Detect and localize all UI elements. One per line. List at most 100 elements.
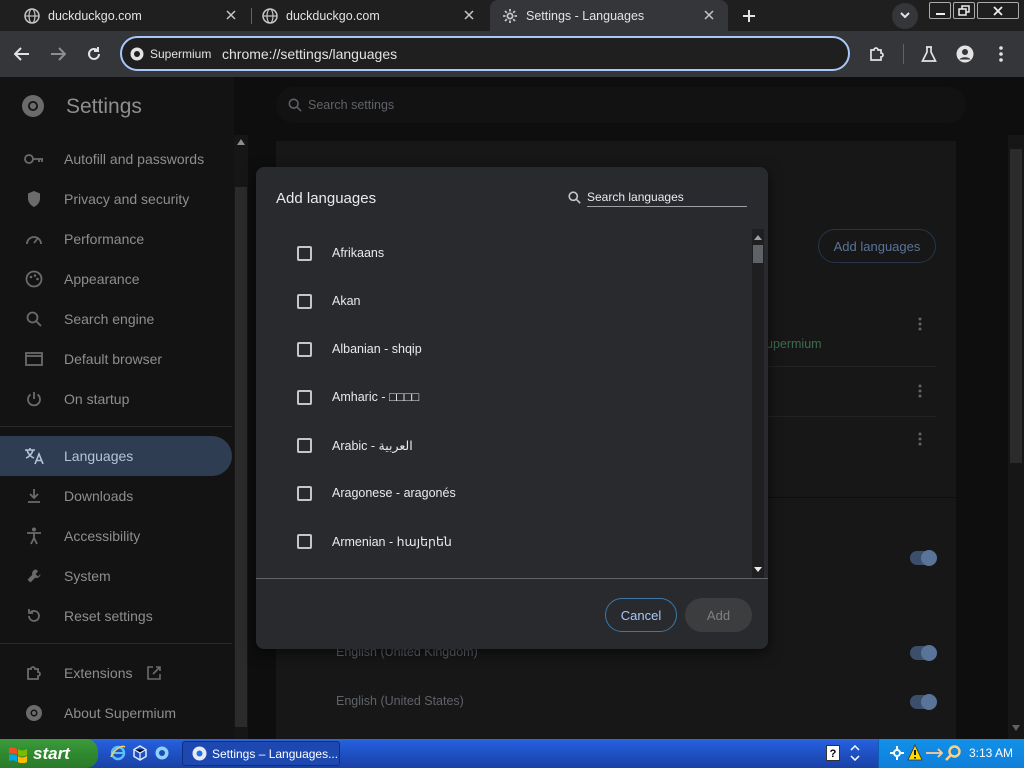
search-icon[interactable] bbox=[945, 745, 961, 761]
sidebar-item-accessibility[interactable]: Accessibility bbox=[0, 516, 232, 556]
palette-icon bbox=[24, 269, 44, 289]
labs-button[interactable] bbox=[914, 39, 944, 69]
checkbox[interactable] bbox=[297, 341, 312, 357]
site-chip[interactable]: Supermium bbox=[130, 43, 211, 64]
windows-logo-icon bbox=[9, 746, 27, 763]
more-vert-icon bbox=[918, 384, 922, 398]
language-option-afrikaans[interactable]: Afrikaans bbox=[256, 229, 752, 277]
sidebar-item-extensions[interactable]: Extensions bbox=[0, 653, 232, 693]
restore-button[interactable] bbox=[953, 2, 975, 19]
sidebar-item-label: System bbox=[64, 568, 111, 584]
tab-duckduckgo-2[interactable]: duckduckgo.com bbox=[252, 0, 488, 31]
browser-quick-launch-icon[interactable] bbox=[154, 745, 170, 761]
language-list-scroll-thumb[interactable] bbox=[753, 245, 763, 263]
checkbox[interactable] bbox=[297, 437, 312, 453]
taskbar-item-settings[interactable]: Settings – Languages... bbox=[182, 741, 340, 766]
tab-title: Settings - Languages bbox=[526, 8, 645, 23]
windows-taskbar: start Settings – Languages... ? 3:13 AM bbox=[0, 739, 1024, 768]
sidebar-item-label: On startup bbox=[64, 391, 130, 407]
power-icon bbox=[24, 389, 44, 409]
person-icon bbox=[956, 45, 974, 63]
tab-title: duckduckgo.com bbox=[286, 8, 380, 23]
scroll-up-arrow-icon[interactable] bbox=[754, 235, 762, 240]
address-bar[interactable]: Supermium chrome://settings/languages bbox=[120, 36, 850, 71]
search-languages-field[interactable] bbox=[587, 187, 747, 207]
sidebar-item-reset-settings[interactable]: Reset settings bbox=[0, 596, 232, 636]
sidebar-item-default-browser[interactable]: Default browser bbox=[0, 339, 232, 379]
sidebar-item-system[interactable]: System bbox=[0, 556, 232, 596]
sidebar-item-privacy[interactable]: Privacy and security bbox=[0, 179, 232, 219]
language-option-amharic[interactable]: Amharic - □□□□ bbox=[256, 373, 752, 421]
sidebar-item-performance[interactable]: Performance bbox=[0, 219, 232, 259]
url-text: chrome://settings/languages bbox=[222, 46, 398, 62]
language-option-armenian[interactable]: Armenian - հայերեն bbox=[256, 517, 752, 565]
search-icon bbox=[568, 191, 581, 204]
language-option-akan[interactable]: Akan bbox=[256, 277, 752, 325]
sidebar-item-autofill[interactable]: Autofill and passwords bbox=[0, 139, 232, 179]
checkbox[interactable] bbox=[297, 293, 312, 309]
tab-settings-languages[interactable]: Settings - Languages bbox=[490, 0, 728, 31]
language-option-aragonese[interactable]: Aragonese - aragonés bbox=[256, 469, 752, 517]
supermium-logo-icon bbox=[24, 703, 44, 723]
reload-icon bbox=[88, 47, 100, 60]
close-tab-icon[interactable] bbox=[222, 6, 240, 24]
taskbar-item-label: Settings – Languages... bbox=[212, 746, 339, 761]
sidebar-item-downloads[interactable]: Downloads bbox=[0, 476, 232, 516]
language-list-scrollbar[interactable] bbox=[752, 229, 764, 578]
language-label: Albanian - shqip bbox=[332, 342, 422, 356]
extensions-button[interactable] bbox=[862, 39, 892, 69]
close-window-button[interactable] bbox=[977, 2, 1019, 19]
settings-search-bar[interactable]: Search settings bbox=[276, 87, 966, 123]
close-tab-icon[interactable] bbox=[700, 6, 718, 24]
back-button[interactable] bbox=[7, 39, 37, 69]
sidebar-item-appearance[interactable]: Appearance bbox=[0, 259, 232, 299]
language-option-arabic[interactable]: Arabic - العربية bbox=[256, 421, 752, 469]
forward-button[interactable] bbox=[43, 39, 73, 69]
profile-button[interactable] bbox=[950, 39, 980, 69]
sidebar-item-on-startup[interactable]: On startup bbox=[0, 379, 232, 419]
add-button[interactable]: Add bbox=[685, 598, 752, 632]
network-icon[interactable] bbox=[925, 747, 943, 759]
add-languages-button-bg: Add languages bbox=[818, 229, 936, 263]
browser-window-icon bbox=[24, 349, 44, 369]
new-tab-button[interactable] bbox=[736, 5, 762, 27]
tab-duckduckgo-1[interactable]: duckduckgo.com bbox=[0, 0, 250, 31]
close-tab-icon[interactable] bbox=[460, 6, 478, 24]
checkbox[interactable] bbox=[297, 533, 312, 549]
checkbox[interactable] bbox=[297, 389, 312, 405]
minimize-button[interactable] bbox=[929, 2, 951, 19]
search-languages-input[interactable] bbox=[587, 187, 747, 207]
warning-icon[interactable] bbox=[907, 744, 923, 762]
sidebar-item-search-engine[interactable]: Search engine bbox=[0, 299, 232, 339]
toggle-switch bbox=[910, 694, 937, 710]
settings-tray-icon[interactable] bbox=[889, 745, 905, 761]
sidebar-item-label: Search engine bbox=[64, 311, 155, 327]
page-scroll-thumb[interactable] bbox=[1010, 149, 1022, 463]
settings-title: Settings bbox=[66, 95, 142, 118]
checkbox[interactable] bbox=[297, 485, 312, 501]
cancel-button[interactable]: Cancel bbox=[605, 598, 677, 632]
checkbox[interactable] bbox=[297, 245, 312, 261]
language-label: Amharic - □□□□ bbox=[332, 390, 420, 404]
clock: 3:13 AM bbox=[969, 746, 1014, 760]
internet-explorer-icon[interactable] bbox=[110, 745, 126, 761]
scroll-up-arrow-icon[interactable] bbox=[237, 139, 245, 145]
sidebar-item-languages[interactable]: Languages bbox=[0, 436, 232, 476]
sidebar-scroll-thumb[interactable] bbox=[235, 187, 247, 727]
tab-search-button[interactable] bbox=[892, 3, 918, 29]
menu-button[interactable] bbox=[986, 39, 1016, 69]
language-option-albanian[interactable]: Albanian - shqip bbox=[256, 325, 752, 373]
start-label: start bbox=[33, 743, 70, 763]
key-icon bbox=[24, 149, 44, 169]
sidebar-scrollbar[interactable] bbox=[234, 135, 248, 739]
help-icon[interactable]: ? bbox=[826, 745, 840, 761]
language-us-label: English (United States) bbox=[336, 694, 464, 708]
scroll-down-arrow-icon[interactable] bbox=[754, 567, 762, 572]
sidebar-item-about[interactable]: About Supermium bbox=[0, 693, 232, 733]
start-button[interactable]: start bbox=[0, 739, 98, 768]
dropdown-arrows-icon[interactable] bbox=[848, 745, 862, 761]
scroll-down-arrow-icon[interactable] bbox=[1012, 725, 1020, 731]
page-scrollbar[interactable] bbox=[1008, 135, 1024, 739]
reload-button[interactable] bbox=[79, 39, 109, 69]
cube-icon[interactable] bbox=[132, 745, 148, 761]
